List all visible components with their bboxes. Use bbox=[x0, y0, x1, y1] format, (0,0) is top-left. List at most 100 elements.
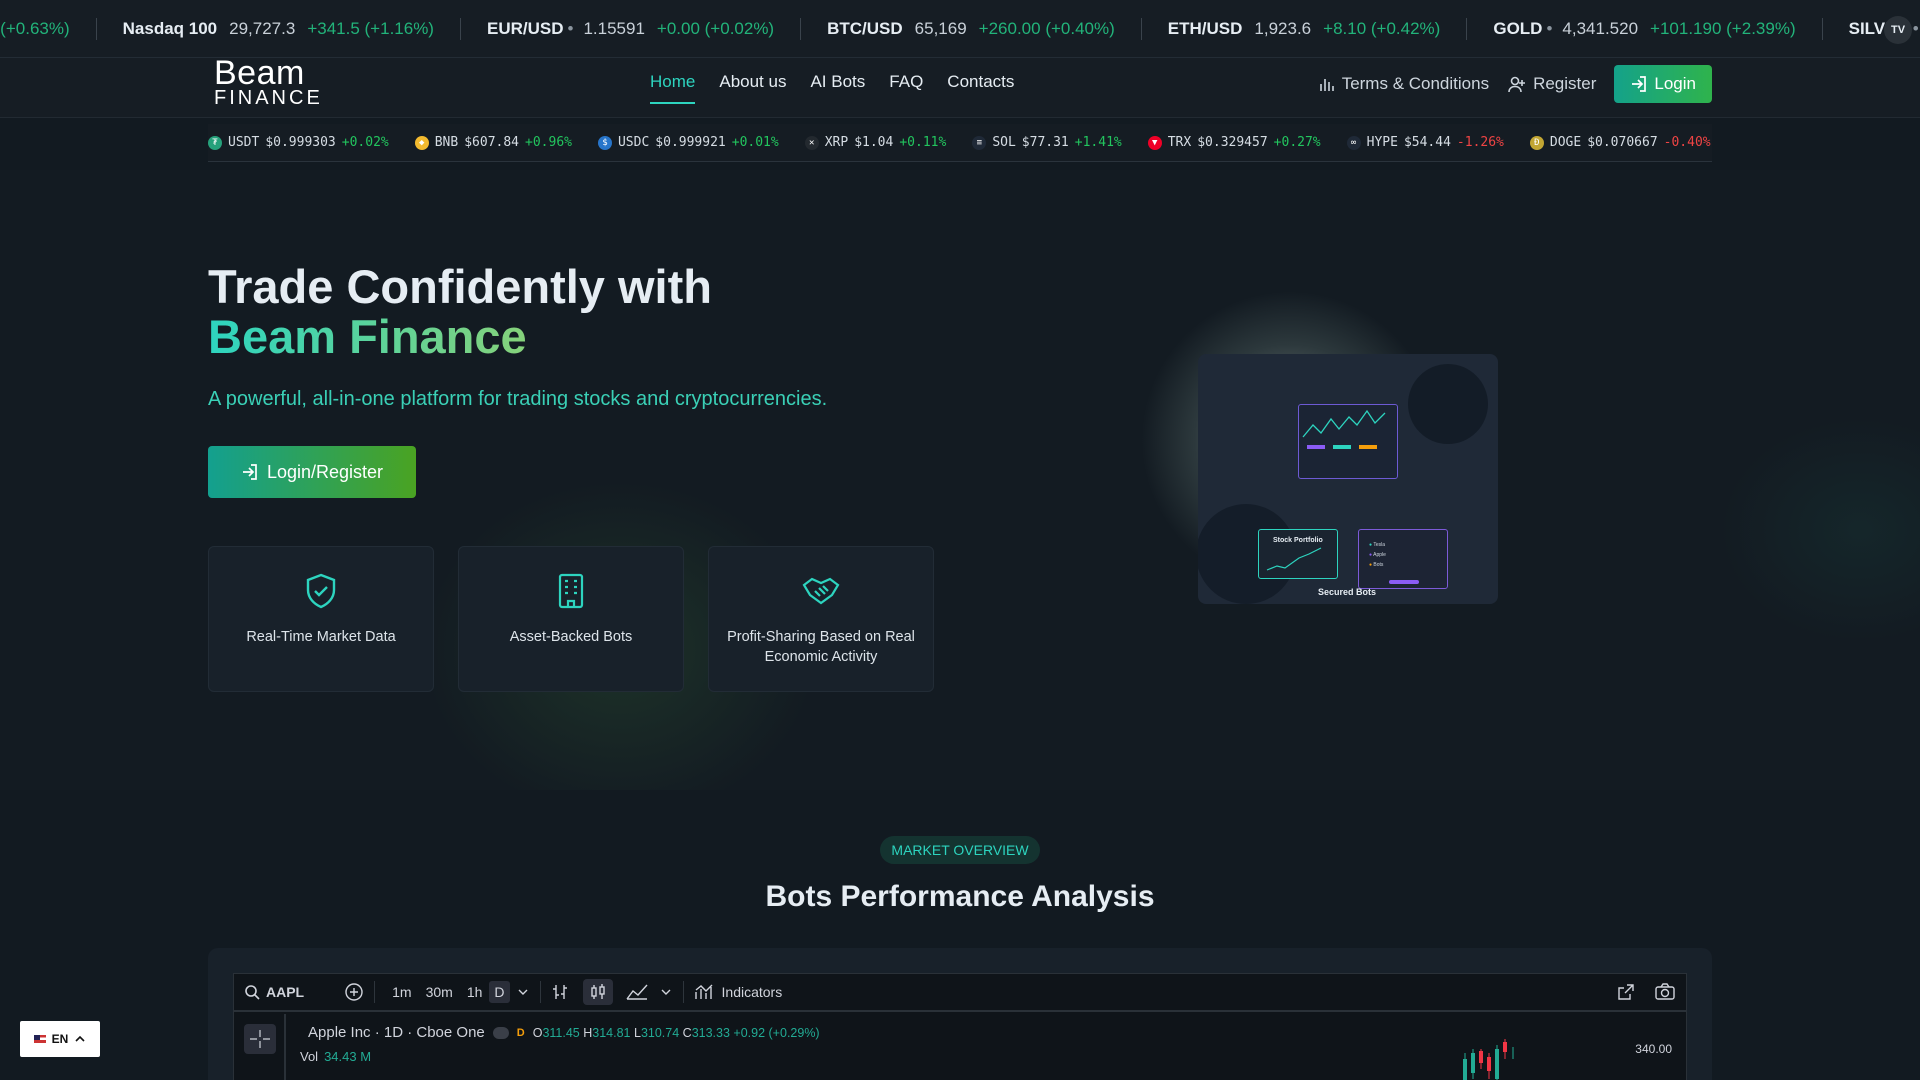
ticker-symbol: Nasdaq 100 bbox=[122, 19, 218, 38]
crosshair-icon bbox=[250, 1030, 270, 1048]
feature-card-asset-backed: Asset-Backed Bots bbox=[458, 546, 684, 692]
feature-card-market-data: Real-Time Market Data bbox=[208, 546, 434, 692]
crypto-item-usdc[interactable]: $ USDC $0.999921 +0.01% bbox=[597, 135, 779, 150]
indicators-icon[interactable] bbox=[694, 983, 714, 1001]
nav-links: Home About us AI Bots FAQ Contacts bbox=[650, 72, 1014, 104]
crypto-item-xrp[interactable]: ✕ XRP $1.04 +0.11% bbox=[804, 135, 946, 150]
crypto-item-sol[interactable]: ≡ SOL $77.31 +1.41% bbox=[972, 135, 1122, 150]
hero-title-brand: Beam Finance bbox=[208, 310, 527, 363]
crypto-item-hype[interactable]: ∞ HYPE $54.44 -1.26% bbox=[1346, 135, 1504, 150]
crypto-change: -1.26% bbox=[1456, 135, 1504, 150]
volume-readout: Vol 34.43 M bbox=[300, 1049, 371, 1064]
ticker-item[interactable]: EUR/USD • 1.15591 +0.00 (+0.02%) bbox=[461, 18, 802, 40]
main-navbar: Beam FINANCE Home About us AI Bots FAQ C… bbox=[0, 56, 1920, 118]
legend-toggle[interactable] bbox=[492, 1026, 509, 1039]
nav-home[interactable]: Home bbox=[650, 72, 696, 104]
add-compare-icon[interactable] bbox=[344, 982, 364, 1002]
tradingview-logo[interactable]: TV bbox=[1884, 16, 1912, 44]
ticker-item[interactable]: ETH/USD 1,923.6 +8.10 (+0.42%) bbox=[1142, 18, 1468, 40]
bar-graphic bbox=[1307, 445, 1325, 449]
register-link[interactable]: Register bbox=[1507, 74, 1596, 94]
ticker-symbol: ETH/USD bbox=[1167, 19, 1243, 38]
ticker-change: +101.190 (+2.39%) bbox=[1650, 19, 1796, 38]
volume-value: 34.43 M bbox=[324, 1049, 372, 1064]
candle bbox=[1495, 1045, 1499, 1080]
bar-chart-icon bbox=[1319, 79, 1334, 91]
nav-ai-bots[interactable]: AI Bots bbox=[810, 72, 865, 104]
ticker-change: 5 (+0.63%) bbox=[0, 19, 70, 38]
language-selector[interactable]: EN bbox=[20, 1021, 100, 1057]
bar-type-icon[interactable] bbox=[551, 983, 569, 1001]
symbol-search[interactable]: AAPL bbox=[266, 984, 304, 1000]
crypto-price: $54.44 bbox=[1403, 135, 1451, 150]
us-flag-icon bbox=[33, 1035, 46, 1043]
ticker-dot: • bbox=[1546, 19, 1553, 38]
chevron-down-icon[interactable] bbox=[516, 985, 530, 999]
bar-graphic bbox=[1359, 445, 1377, 449]
timeframe-30m[interactable]: 30m bbox=[419, 984, 460, 1000]
bnb-coin-icon: ◆ bbox=[414, 135, 429, 150]
timeframe-1h[interactable]: 1h bbox=[460, 984, 490, 1000]
candlestick-icon bbox=[590, 984, 605, 999]
login-icon bbox=[1632, 76, 1647, 92]
bar-graphic bbox=[1333, 445, 1351, 449]
chart-toolbar: AAPL 1m 30m 1h D Indicators bbox=[234, 974, 1686, 1012]
hype-coin-icon: ∞ bbox=[1346, 135, 1361, 150]
nav-actions: Terms & Conditions Register Login bbox=[1318, 65, 1712, 103]
ticker-item[interactable]: BTC/USD 65,169 +260.00 (+0.40%) bbox=[801, 18, 1142, 40]
nav-faq[interactable]: FAQ bbox=[889, 72, 923, 104]
crypto-symbol: BNB bbox=[434, 135, 459, 150]
login-label: Login bbox=[1654, 74, 1696, 93]
login-button[interactable]: Login bbox=[1614, 65, 1712, 103]
area-chart-icon[interactable] bbox=[625, 983, 649, 1001]
line-chart-graphic bbox=[1302, 409, 1386, 438]
camera-icon[interactable] bbox=[1654, 982, 1676, 1002]
nav-contacts[interactable]: Contacts bbox=[947, 72, 1014, 104]
feature-cards: Real-Time Market Data Asset-Backed Bots … bbox=[208, 546, 934, 692]
feature-label: Profit-Sharing Based on Real Economic Ac… bbox=[727, 629, 915, 665]
crypto-item-bnb[interactable]: ◆ BNB $607.84 +0.96% bbox=[414, 135, 572, 150]
nav-about-us[interactable]: About us bbox=[719, 72, 786, 104]
decor-circle bbox=[1408, 364, 1488, 444]
ticker-item[interactable]: 5 (+0.63%) bbox=[0, 18, 97, 40]
timeframe-1m[interactable]: 1m bbox=[385, 984, 418, 1000]
handshake-icon bbox=[802, 577, 840, 605]
register-label: Register bbox=[1533, 74, 1597, 93]
ticker-change: +8.10 (+0.42%) bbox=[1323, 19, 1441, 38]
search-icon[interactable] bbox=[244, 984, 260, 1000]
terms-label: Terms & Conditions bbox=[1341, 74, 1490, 93]
indicators-button[interactable]: Indicators bbox=[722, 984, 783, 1000]
crypto-symbol: XRP bbox=[824, 135, 849, 150]
ticker-dot: • bbox=[567, 19, 574, 38]
crypto-item-trx[interactable]: ▼ TRX $0.329457 +0.27% bbox=[1147, 135, 1321, 150]
secured-bots-graphic: ● Tesla ● Apple ● Bots bbox=[1358, 529, 1448, 589]
ticker-item[interactable]: Nasdaq 100 29,727.3 +341.5 (+1.16%) bbox=[97, 18, 461, 40]
feature-card-profit-sharing: Profit-Sharing Based on Real Economic Ac… bbox=[708, 546, 934, 692]
timeframe-d[interactable]: D bbox=[489, 981, 510, 1003]
ticker-symbol: GOLD bbox=[1493, 19, 1543, 38]
candle bbox=[1463, 1053, 1467, 1080]
hero-subtitle: A powerful, all-in-one platform for trad… bbox=[208, 388, 828, 410]
section-title: Bots Performance Analysis bbox=[765, 880, 1155, 913]
popout-icon[interactable] bbox=[1616, 982, 1636, 1002]
terms-link[interactable]: Terms & Conditions bbox=[1318, 74, 1489, 94]
crypto-change: +1.41% bbox=[1074, 135, 1122, 150]
ticker-item[interactable]: GOLD • 4,341.520 +101.190 (+2.39%) bbox=[1467, 18, 1823, 40]
market-ticker-bar: 5 (+0.63%) Nasdaq 100 29,727.3 +341.5 (+1.1… bbox=[0, 0, 1920, 58]
candle bbox=[1487, 1053, 1491, 1079]
price-axis-label: 340.00 bbox=[1635, 1042, 1672, 1056]
crypto-price-strip: ₮ USDT $0.999303 +0.02% ◆ BNB $607.84 +0.96% $ US… bbox=[208, 124, 1712, 162]
crypto-item-usdt[interactable]: ₮ USDT $0.999303 +0.02% bbox=[208, 135, 389, 150]
login-register-button[interactable]: Login/Register bbox=[208, 446, 416, 498]
chevron-down-icon[interactable] bbox=[659, 985, 673, 999]
crypto-item-doge[interactable]: Ð DOGE $0.070667 -0.40% bbox=[1529, 135, 1711, 150]
candle-type-button[interactable] bbox=[582, 979, 613, 1005]
beam-finance-logo[interactable]: Beam FINANCE bbox=[214, 56, 323, 108]
crypto-price: $0.070667 bbox=[1587, 135, 1658, 150]
ticker-change: +0.00 (+0.02%) bbox=[656, 19, 775, 38]
doge-coin-icon: Ð bbox=[1529, 135, 1544, 150]
feature-label: Real-Time Market Data bbox=[246, 629, 396, 645]
bots-list-graphic: ● Tesla ● Apple ● Bots bbox=[1369, 540, 1386, 570]
ticker-change: +341.5 (+1.16%) bbox=[307, 19, 434, 38]
crosshair-tool[interactable] bbox=[244, 1024, 276, 1054]
